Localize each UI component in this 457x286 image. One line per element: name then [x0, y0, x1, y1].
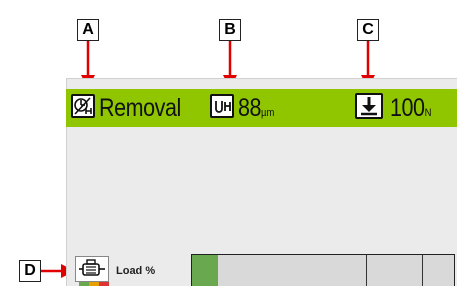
callout-b-label: B [219, 19, 241, 41]
download-force-icon[interactable] [355, 93, 383, 119]
callout-a-label: A [77, 19, 99, 41]
load-bar-divider [422, 255, 423, 286]
force-unit: N [424, 107, 432, 119]
callout-c-label: C [357, 19, 379, 41]
tool-removal-icon[interactable] [71, 94, 95, 118]
load-bar-fill [192, 255, 219, 286]
motor-load-icon[interactable] [75, 256, 109, 282]
load-indicator-stripe [79, 282, 109, 286]
force-number: 100 [390, 94, 425, 122]
callout-d-label: D [19, 260, 41, 282]
mode-label: Removal [99, 94, 181, 122]
position-gauge-icon[interactable] [210, 94, 234, 118]
load-bar [191, 254, 455, 286]
position-number: 88 [238, 94, 262, 122]
status-bar: Removal 88µm 100N [66, 89, 457, 127]
position-value: 88µm [238, 93, 274, 128]
force-value: 100N [390, 93, 431, 128]
load-bar-divider [366, 255, 367, 286]
position-unit: µm [261, 107, 275, 119]
load-label: Load % [116, 265, 156, 277]
